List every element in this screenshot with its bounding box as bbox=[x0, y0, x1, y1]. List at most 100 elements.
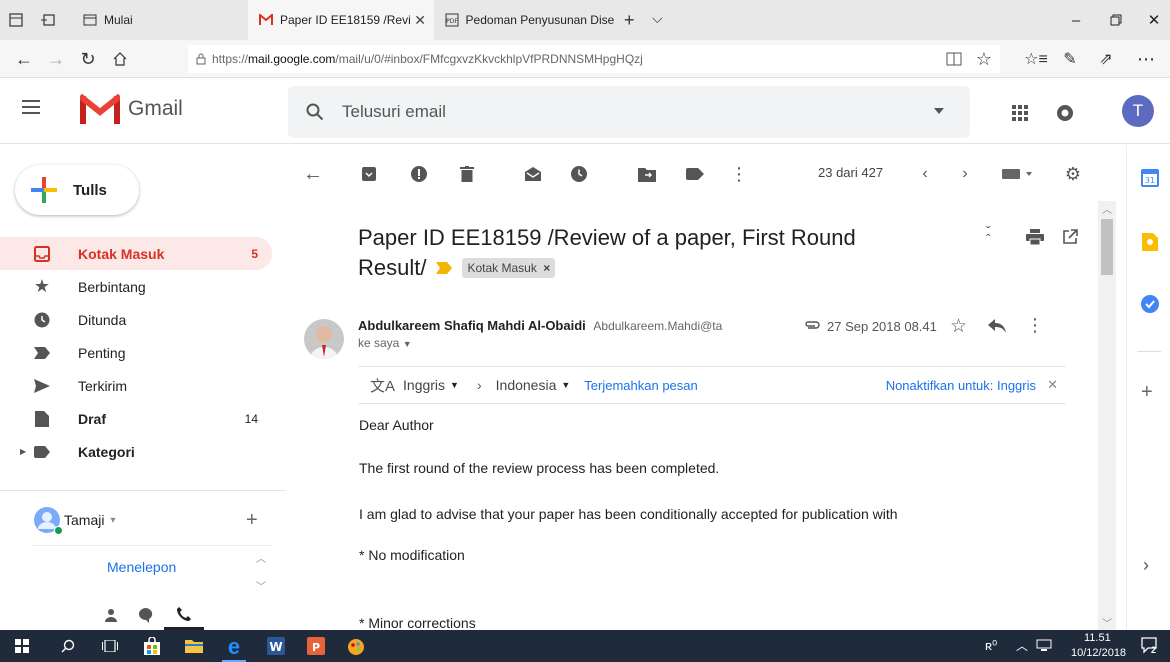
settings-gear-icon[interactable]: ⚙ bbox=[1062, 163, 1084, 185]
favorite-star-icon[interactable]: ☆ bbox=[972, 47, 996, 71]
delete-icon[interactable] bbox=[456, 163, 478, 185]
hangouts-call-link[interactable]: Menelepon bbox=[107, 559, 176, 575]
reply-icon[interactable] bbox=[988, 319, 1006, 333]
forward-arrow-icon[interactable]: → bbox=[44, 47, 68, 71]
close-window-button[interactable]: ✕ bbox=[1142, 8, 1166, 32]
network-icon[interactable] bbox=[1036, 639, 1052, 651]
minimize-button[interactable]: – bbox=[1064, 8, 1088, 32]
report-spam-icon[interactable] bbox=[408, 163, 430, 185]
get-addons-icon[interactable]: + bbox=[1141, 381, 1153, 404]
tab-list-chevron-icon[interactable]: ⌵ bbox=[652, 10, 663, 27]
scroll-down-arrow-icon[interactable]: ﹀ bbox=[1102, 615, 1112, 630]
action-center-icon[interactable]: 2 bbox=[1140, 636, 1160, 656]
scroll-down-icon[interactable]: ﹀ bbox=[256, 578, 266, 593]
apps-grid-icon[interactable] bbox=[1012, 105, 1028, 121]
expand-arrow-icon[interactable]: ▶ bbox=[20, 447, 26, 456]
collapse-all-icon[interactable]: ˇˆ bbox=[986, 224, 991, 246]
taskbar-search-icon[interactable] bbox=[56, 634, 80, 658]
sidebar-item-starred[interactable]: ★ Berbintang bbox=[0, 270, 272, 303]
notifications-icon[interactable] bbox=[1056, 104, 1074, 122]
chat-bubble-icon[interactable] bbox=[138, 607, 154, 623]
message-more-icon[interactable]: ⋮ bbox=[1026, 315, 1044, 336]
tab-pedoman[interactable]: PDF Pedoman Penyusunan Diser bbox=[434, 0, 614, 40]
favorites-list-icon[interactable]: ☆≡ bbox=[1024, 47, 1048, 71]
newer-chevron-icon[interactable]: ‹ bbox=[914, 163, 936, 185]
sidebar-item-important[interactable]: Penting bbox=[0, 336, 272, 369]
target-language[interactable]: Indonesia bbox=[496, 377, 557, 393]
input-tools-icon[interactable] bbox=[998, 163, 1038, 185]
sidebar-item-sent[interactable]: Terkirim bbox=[0, 369, 272, 402]
mark-unread-icon[interactable] bbox=[522, 163, 544, 185]
older-chevron-icon[interactable]: › bbox=[954, 163, 976, 185]
move-to-icon[interactable] bbox=[636, 163, 658, 185]
reading-view-icon[interactable] bbox=[942, 47, 966, 71]
url-field[interactable]: https://mail.google.com/mail/u/0/#inbox/… bbox=[188, 45, 1000, 73]
add-contact-icon[interactable]: + bbox=[246, 509, 258, 532]
gmail-logo[interactable]: Gmail bbox=[80, 94, 183, 124]
tab-aside-icon[interactable] bbox=[40, 12, 56, 28]
label-as-icon[interactable] bbox=[684, 163, 706, 185]
remove-label-icon[interactable]: × bbox=[543, 261, 550, 275]
translate-message-link[interactable]: Terjemahkan pesan bbox=[584, 378, 697, 393]
tab-gmail[interactable]: Paper ID EE18159 /Revi ✕ bbox=[248, 0, 434, 40]
open-new-window-icon[interactable] bbox=[1062, 229, 1078, 245]
wps-presentation-icon[interactable]: P bbox=[304, 634, 328, 658]
disable-translation-link[interactable]: Nonaktifkan untuk: Inggris bbox=[886, 378, 1036, 393]
phone-icon[interactable] bbox=[176, 606, 192, 622]
more-actions-icon[interactable]: ⋮ bbox=[728, 163, 750, 185]
avatar[interactable]: T bbox=[1122, 95, 1154, 127]
keep-icon[interactable] bbox=[1142, 233, 1158, 251]
paint-app-icon[interactable] bbox=[344, 634, 368, 658]
search-icon[interactable] bbox=[306, 103, 324, 121]
home-icon[interactable] bbox=[108, 47, 132, 71]
sidebar-item-drafts[interactable]: Draf 14 bbox=[0, 402, 272, 435]
message-scrollbar[interactable]: ︿ ﹀ bbox=[1098, 201, 1116, 630]
user-dropdown-icon[interactable]: ▾ bbox=[110, 515, 115, 526]
new-tab-button[interactable]: + bbox=[624, 10, 635, 31]
sender-name[interactable]: Abdulkareem Shafiq Mahdi Al-Obaidi bbox=[358, 318, 586, 333]
share-icon[interactable]: ⇗ bbox=[1094, 47, 1118, 71]
search-bar[interactable]: Telusuri email bbox=[288, 86, 970, 138]
restore-button[interactable] bbox=[1104, 8, 1128, 32]
snooze-icon[interactable] bbox=[568, 163, 590, 185]
back-to-inbox-icon[interactable]: ← bbox=[302, 163, 324, 185]
tab-mulai[interactable]: Mulai bbox=[72, 0, 248, 40]
sidebar-item-inbox[interactable]: Kotak Masuk 5 bbox=[0, 237, 272, 270]
clock-time[interactable]: 11.51 bbox=[1084, 632, 1111, 644]
search-options-icon[interactable] bbox=[934, 108, 944, 114]
main-menu-icon[interactable] bbox=[22, 100, 40, 114]
scrollbar-thumb[interactable] bbox=[1101, 219, 1113, 275]
search-input[interactable]: Telusuri email bbox=[342, 102, 446, 122]
compose-button[interactable]: Tulls bbox=[15, 165, 139, 215]
scroll-up-icon[interactable]: ︿ bbox=[256, 550, 266, 565]
calendar-icon[interactable]: 31 bbox=[1141, 169, 1159, 187]
web-note-icon[interactable]: ✎ bbox=[1058, 47, 1082, 71]
show-hidden-icons[interactable]: ︿ bbox=[1016, 637, 1028, 654]
tab-close-icon[interactable]: ✕ bbox=[414, 12, 426, 29]
tasks-icon[interactable] bbox=[1141, 295, 1159, 313]
scroll-up-arrow-icon[interactable]: ︿ bbox=[1102, 201, 1112, 216]
sidebar-item-categories[interactable]: ▶ Kategori bbox=[0, 435, 272, 468]
tab-actions-icon[interactable] bbox=[8, 12, 24, 28]
person-icon[interactable] bbox=[104, 608, 118, 622]
hangouts-user[interactable]: Tamaji ▾ + bbox=[34, 505, 274, 535]
important-marker-icon[interactable] bbox=[436, 262, 453, 274]
source-language[interactable]: Inggris bbox=[403, 377, 445, 393]
refresh-icon[interactable]: ↻ bbox=[76, 47, 100, 71]
source-dropdown-icon[interactable]: ▼ bbox=[450, 380, 459, 390]
task-view-icon[interactable] bbox=[98, 634, 122, 658]
back-arrow-icon[interactable]: ← bbox=[12, 47, 36, 71]
store-icon[interactable] bbox=[140, 634, 164, 658]
windows-start-icon[interactable] bbox=[10, 634, 34, 658]
expand-panel-chevron-icon[interactable]: › bbox=[1143, 555, 1149, 576]
close-translate-icon[interactable]: ✕ bbox=[1047, 377, 1058, 393]
people-icon[interactable]: ʀ⁰ bbox=[985, 638, 997, 654]
more-options-icon[interactable]: ⋯ bbox=[1134, 47, 1158, 71]
target-dropdown-icon[interactable]: ▼ bbox=[561, 380, 570, 390]
file-explorer-icon[interactable] bbox=[182, 634, 206, 658]
sidebar-item-snoozed[interactable]: Ditunda bbox=[0, 303, 272, 336]
edge-browser-icon[interactable]: e bbox=[222, 634, 246, 662]
archive-icon[interactable] bbox=[358, 163, 380, 185]
print-icon[interactable] bbox=[1026, 229, 1044, 245]
star-toggle-icon[interactable]: ☆ bbox=[950, 315, 967, 338]
